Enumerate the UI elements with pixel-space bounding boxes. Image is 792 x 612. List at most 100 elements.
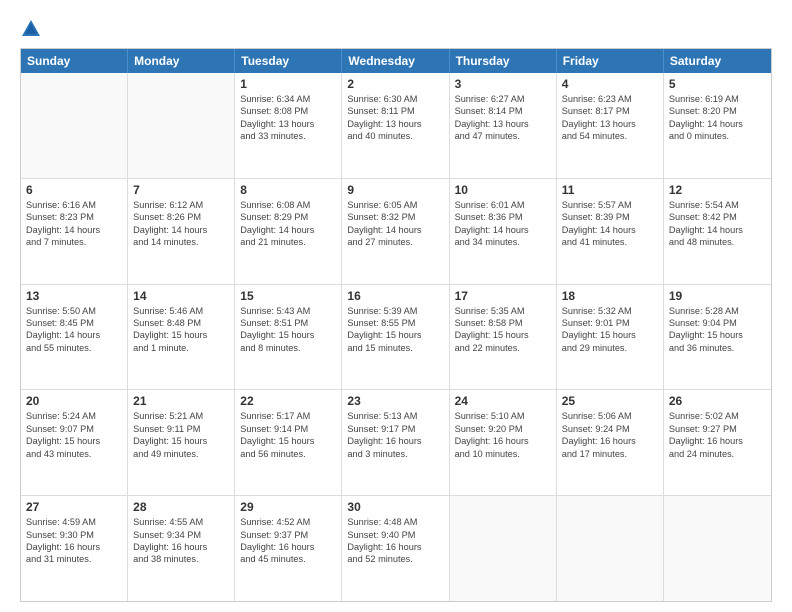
cell-line: Sunrise: 5:28 AM	[669, 305, 766, 317]
cell-line: and 27 minutes.	[347, 236, 443, 248]
cell-line: Daylight: 15 hours	[26, 435, 122, 447]
header-day-tuesday: Tuesday	[235, 49, 342, 73]
day-number: 10	[455, 183, 551, 197]
cell-line: and 31 minutes.	[26, 553, 122, 565]
cell-line: and 40 minutes.	[347, 130, 443, 142]
day-number: 30	[347, 500, 443, 514]
cell-line: Sunset: 9:40 PM	[347, 529, 443, 541]
cell-line: Sunrise: 5:24 AM	[26, 410, 122, 422]
day-number: 25	[562, 394, 658, 408]
cell-line: and 49 minutes.	[133, 448, 229, 460]
cell-line: Sunrise: 6:12 AM	[133, 199, 229, 211]
day-number: 5	[669, 77, 766, 91]
calendar-cell: 5Sunrise: 6:19 AMSunset: 8:20 PMDaylight…	[664, 73, 771, 178]
cell-line: Sunrise: 6:05 AM	[347, 199, 443, 211]
day-number: 20	[26, 394, 122, 408]
calendar-cell: 29 Sunrise: 4:52 AMSunset: 9:37 PMDayligh…	[235, 496, 342, 601]
calendar-cell: 16Sunrise: 5:39 AMSunset: 8:55 PMDayligh…	[342, 285, 449, 390]
cell-line: Sunset: 8:20 PM	[669, 105, 766, 117]
cell-line: Sunrise: 5:06 AM	[562, 410, 658, 422]
cell-line: Daylight: 13 hours	[562, 118, 658, 130]
cell-line: Sunrise: 6:23 AM	[562, 93, 658, 105]
cell-line: Daylight: 16 hours	[347, 435, 443, 447]
cell-line: Sunset: 8:08 PM	[240, 105, 336, 117]
header-day-saturday: Saturday	[664, 49, 771, 73]
calendar-cell: 23Sunrise: 5:13 AMSunset: 9:17 PMDayligh…	[342, 390, 449, 495]
day-number: 29	[240, 500, 336, 514]
header-day-sunday: Sunday	[21, 49, 128, 73]
cell-line: and 55 minutes.	[26, 342, 122, 354]
calendar-cell	[21, 73, 128, 178]
cell-line: Daylight: 14 hours	[669, 224, 766, 236]
calendar-cell: 28Sunrise: 4:55 AMSunset: 9:34 PMDayligh…	[128, 496, 235, 601]
cell-line: Sunrise: 5:57 AM	[562, 199, 658, 211]
calendar-cell	[128, 73, 235, 178]
cell-line: Sunrise: 5:21 AM	[133, 410, 229, 422]
calendar-cell: 30 Sunrise: 4:48 AMSunset: 9:40 PMDayligh…	[342, 496, 449, 601]
calendar-cell: 11Sunrise: 5:57 AMSunset: 8:39 PMDayligh…	[557, 179, 664, 284]
cell-line: Sunset: 8:58 PM	[455, 317, 551, 329]
calendar-cell: 10Sunrise: 6:01 AMSunset: 8:36 PMDayligh…	[450, 179, 557, 284]
cell-line: Sunset: 9:01 PM	[562, 317, 658, 329]
cell-line: Sunset: 9:11 PM	[133, 423, 229, 435]
cell-line: Sunrise: 4:52 AM	[240, 516, 336, 528]
header-day-friday: Friday	[557, 49, 664, 73]
cell-line: Sunset: 9:24 PM	[562, 423, 658, 435]
cell-line: Sunrise: 5:02 AM	[669, 410, 766, 422]
cell-line: and 7 minutes.	[26, 236, 122, 248]
cell-line: Daylight: 16 hours	[133, 541, 229, 553]
cell-line: Sunset: 8:29 PM	[240, 211, 336, 223]
cell-line: Daylight: 15 hours	[133, 435, 229, 447]
cell-line: and 14 minutes.	[133, 236, 229, 248]
calendar-cell: 15Sunrise: 5:43 AMSunset: 8:51 PMDayligh…	[235, 285, 342, 390]
cell-line: Daylight: 15 hours	[455, 329, 551, 341]
cell-line: Sunrise: 4:48 AM	[347, 516, 443, 528]
cell-line: Daylight: 15 hours	[133, 329, 229, 341]
cell-line: Daylight: 14 hours	[26, 329, 122, 341]
day-number: 24	[455, 394, 551, 408]
cell-line: and 48 minutes.	[669, 236, 766, 248]
calendar-cell: 26Sunrise: 5:02 AMSunset: 9:27 PMDayligh…	[664, 390, 771, 495]
cell-line: and 33 minutes.	[240, 130, 336, 142]
calendar-cell: 13Sunrise: 5:50 AMSunset: 8:45 PMDayligh…	[21, 285, 128, 390]
cell-line: Sunrise: 5:46 AM	[133, 305, 229, 317]
cell-line: and 45 minutes.	[240, 553, 336, 565]
cell-line: Sunset: 9:30 PM	[26, 529, 122, 541]
calendar-cell: 17Sunrise: 5:35 AMSunset: 8:58 PMDayligh…	[450, 285, 557, 390]
calendar-cell: 6Sunrise: 6:16 AMSunset: 8:23 PMDaylight…	[21, 179, 128, 284]
calendar-cell: 27Sunrise: 4:59 AMSunset: 9:30 PMDayligh…	[21, 496, 128, 601]
cell-line: and 41 minutes.	[562, 236, 658, 248]
day-number: 18	[562, 289, 658, 303]
cell-line: Sunset: 9:34 PM	[133, 529, 229, 541]
calendar-cell: 25Sunrise: 5:06 AMSunset: 9:24 PMDayligh…	[557, 390, 664, 495]
day-number: 23	[347, 394, 443, 408]
day-number: 9	[347, 183, 443, 197]
cell-line: Sunset: 8:45 PM	[26, 317, 122, 329]
cell-line: Daylight: 14 hours	[347, 224, 443, 236]
cell-line: Sunrise: 6:34 AM	[240, 93, 336, 105]
calendar-cell: 8Sunrise: 6:08 AMSunset: 8:29 PMDaylight…	[235, 179, 342, 284]
cell-line: and 36 minutes.	[669, 342, 766, 354]
cell-line: Daylight: 16 hours	[347, 541, 443, 553]
cell-line: Daylight: 14 hours	[562, 224, 658, 236]
calendar-cell: 18Sunrise: 5:32 AMSunset: 9:01 PMDayligh…	[557, 285, 664, 390]
cell-line: Sunrise: 5:17 AM	[240, 410, 336, 422]
cell-line: and 29 minutes.	[562, 342, 658, 354]
cell-line: and 22 minutes.	[455, 342, 551, 354]
calendar-cell: 22Sunrise: 5:17 AMSunset: 9:14 PMDayligh…	[235, 390, 342, 495]
day-number: 4	[562, 77, 658, 91]
day-number: 12	[669, 183, 766, 197]
day-number: 2	[347, 77, 443, 91]
cell-line: Sunset: 9:37 PM	[240, 529, 336, 541]
page: SundayMondayTuesdayWednesdayThursdayFrid…	[0, 0, 792, 612]
calendar-cell: 20Sunrise: 5:24 AMSunset: 9:07 PMDayligh…	[21, 390, 128, 495]
calendar-cell	[557, 496, 664, 601]
logo-icon	[20, 18, 42, 40]
calendar-body: 1 Sunrise: 6:34 AMSunset: 8:08 PM Daylight…	[21, 73, 771, 601]
cell-line: Sunset: 8:48 PM	[133, 317, 229, 329]
cell-line: Daylight: 16 hours	[240, 541, 336, 553]
day-number: 1	[240, 77, 336, 91]
calendar-cell: 14Sunrise: 5:46 AMSunset: 8:48 PMDayligh…	[128, 285, 235, 390]
calendar-cell: 4Sunrise: 6:23 AMSunset: 8:17 PMDaylight…	[557, 73, 664, 178]
cell-line: Daylight: 14 hours	[26, 224, 122, 236]
